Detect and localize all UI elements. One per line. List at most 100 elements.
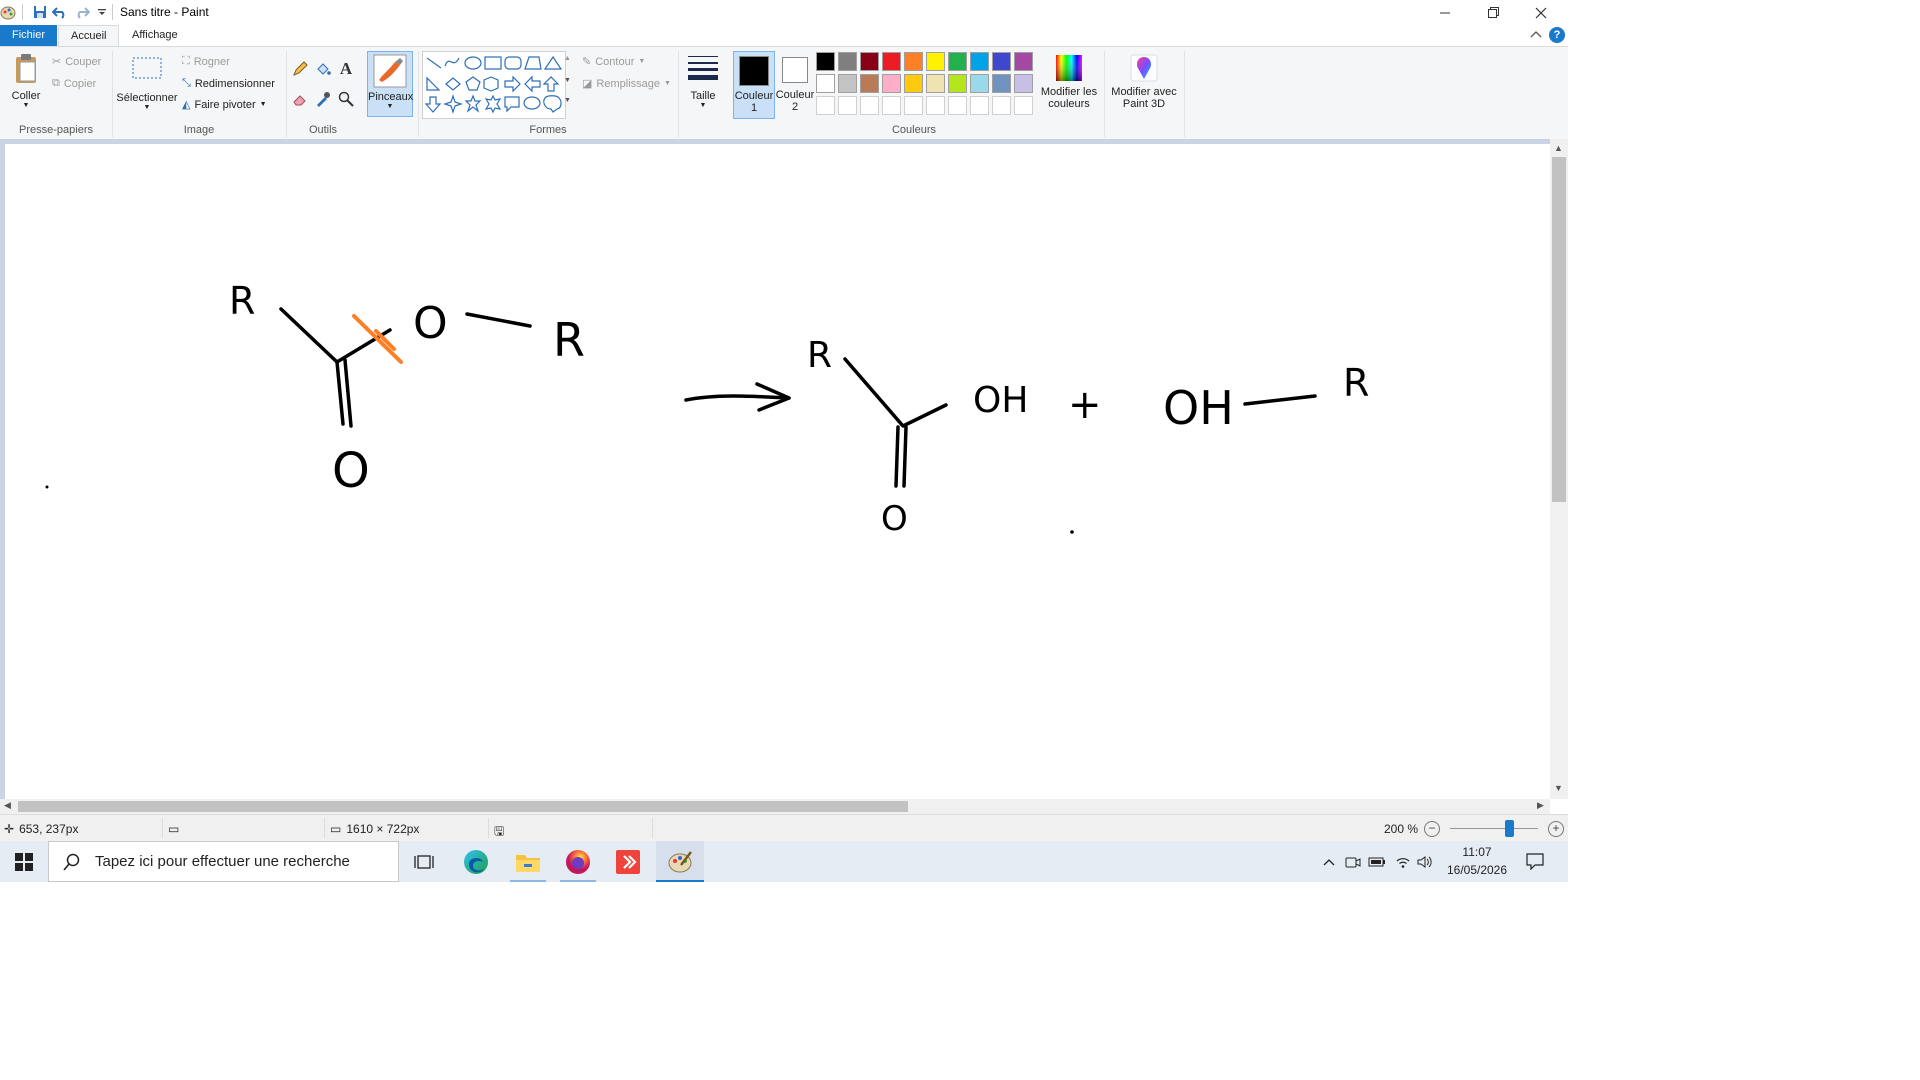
start-button[interactable] <box>0 841 48 882</box>
paint-app-icon[interactable] <box>0 4 16 20</box>
clock[interactable]: 11:07 16/05/2026 <box>1446 845 1508 877</box>
crop-button[interactable]: ⛶ Rogner <box>182 55 230 68</box>
brushes-button[interactable]: Pinceaux ▼ <box>367 51 413 117</box>
volume-icon[interactable] <box>1416 853 1434 871</box>
fill-button[interactable]: ◪ Remplissage ▼ <box>582 77 671 91</box>
palette-swatch[interactable] <box>992 52 1011 71</box>
palette-swatch[interactable] <box>948 52 967 71</box>
color2-button[interactable]: Couleur 2 <box>775 51 815 117</box>
custom-color-slot[interactable] <box>948 96 967 115</box>
redo-icon[interactable] <box>74 4 90 20</box>
save-icon[interactable] <box>32 4 48 20</box>
show-hidden-icons[interactable] <box>1320 853 1338 871</box>
text-tool-icon[interactable]: A <box>336 59 356 79</box>
palette-swatch[interactable] <box>1014 52 1033 71</box>
edit-with-paint3d-button[interactable]: Modifier avec Paint 3D <box>1108 53 1180 110</box>
palette-swatch[interactable] <box>926 74 945 93</box>
help-icon[interactable]: ? <box>1549 27 1565 43</box>
edge-taskbar-button[interactable] <box>452 841 500 882</box>
pencil-icon[interactable] <box>290 59 310 79</box>
palette-swatch[interactable] <box>926 52 945 71</box>
task-view-button[interactable] <box>400 841 448 882</box>
zoom-in-icon[interactable]: + <box>1548 821 1564 837</box>
tab-fichier[interactable]: Fichier <box>0 25 57 46</box>
zoom-slider-thumb[interactable] <box>1504 820 1514 837</box>
scroll-left-icon[interactable]: ◀ <box>4 800 11 811</box>
paste-button[interactable]: Coller ▼ <box>6 53 46 109</box>
tab-accueil[interactable]: Accueil <box>58 25 120 46</box>
color1-button[interactable]: Couleur 1 <box>733 51 775 119</box>
custom-color-slot[interactable] <box>882 96 901 115</box>
file-explorer-taskbar-button[interactable] <box>504 841 552 882</box>
vertical-scrollbar[interactable]: ▲ ▼ <box>1550 139 1568 799</box>
custom-color-slot[interactable] <box>838 96 857 115</box>
canvas-size-icon: ▭ <box>330 822 342 836</box>
palette-swatch[interactable] <box>948 74 967 93</box>
shapes-scroll-up-icon[interactable]: ▲ <box>564 55 571 62</box>
horizontal-scrollbar[interactable]: ◀ ▶ <box>0 799 1550 814</box>
palette-swatch[interactable] <box>860 74 879 93</box>
outline-button[interactable]: ✎ Contour ▼ <box>582 55 645 69</box>
custom-color-slot[interactable] <box>992 96 1011 115</box>
anydesk-taskbar-button[interactable] <box>604 841 652 882</box>
color-picker-icon[interactable] <box>313 89 333 109</box>
palette-swatch[interactable] <box>904 52 923 71</box>
palette-swatch[interactable] <box>882 52 901 71</box>
palette-swatch[interactable] <box>970 74 989 93</box>
paint-taskbar-button[interactable] <box>656 841 704 882</box>
close-button[interactable] <box>1518 0 1564 25</box>
rotate-button[interactable]: ◭ Faire pivoter ▼ <box>182 98 267 112</box>
drawing-canvas[interactable]: R O R O R OH + OH O R <box>5 144 1550 799</box>
custom-color-slot[interactable] <box>1014 96 1033 115</box>
firefox-taskbar-button[interactable] <box>554 841 602 882</box>
scroll-up-icon[interactable]: ▲ <box>1554 143 1563 153</box>
custom-color-slot[interactable] <box>860 96 879 115</box>
scroll-right-icon[interactable]: ▶ <box>1537 800 1544 811</box>
custom-color-slot[interactable] <box>904 96 923 115</box>
zoom-slider-track[interactable] <box>1450 828 1538 829</box>
fill-bucket-icon[interactable] <box>313 59 333 79</box>
meet-now-icon[interactable] <box>1344 853 1362 871</box>
palette-swatch[interactable] <box>1014 74 1033 93</box>
eraser-icon[interactable] <box>290 89 310 109</box>
custom-color-slot[interactable] <box>926 96 945 115</box>
magnifier-icon[interactable] <box>336 89 356 109</box>
wifi-icon[interactable] <box>1394 853 1412 871</box>
collapse-ribbon-icon[interactable] <box>1530 29 1542 42</box>
palette-swatch[interactable] <box>860 52 879 71</box>
minimize-button[interactable] <box>1422 0 1468 25</box>
custom-color-slot[interactable] <box>816 96 835 115</box>
palette-swatch[interactable] <box>838 74 857 93</box>
shapes-expand-icon[interactable]: ▼ <box>564 97 571 104</box>
cut-button[interactable]: ✂ Couper <box>52 55 101 69</box>
customize-qat-icon[interactable] <box>94 4 110 20</box>
taskbar-search-box[interactable]: Tapez ici pour effectuer une recherche <box>48 841 399 882</box>
undo-icon[interactable] <box>52 4 68 20</box>
tab-affichage[interactable]: Affichage <box>120 25 190 46</box>
palette-swatch[interactable] <box>904 74 923 93</box>
battery-icon[interactable] <box>1368 853 1386 871</box>
group-label-shapes: Formes <box>529 124 567 136</box>
palette-swatch[interactable] <box>970 52 989 71</box>
copy-button[interactable]: ⧉ Copier <box>52 77 96 90</box>
palette-swatch[interactable] <box>816 52 835 71</box>
select-button[interactable]: Sélectionner ▼ <box>116 53 178 111</box>
edit-colors-button[interactable]: Modifier les couleurs <box>1038 53 1100 110</box>
palette-swatch[interactable] <box>816 74 835 93</box>
palette-swatch[interactable] <box>838 52 857 71</box>
scroll-down-icon[interactable]: ▼ <box>1554 783 1563 793</box>
custom-color-slot[interactable] <box>970 96 989 115</box>
search-placeholder: Tapez ici pour effectuer une recherche <box>95 853 350 870</box>
zoom-out-icon[interactable]: − <box>1424 821 1440 837</box>
task-view-icon <box>414 854 434 869</box>
restore-button[interactable] <box>1470 0 1516 25</box>
hand-drawing: R O R O R OH + OH O R <box>45 279 1369 539</box>
palette-swatch[interactable] <box>882 74 901 93</box>
shapes-scroll-down-icon[interactable]: ▼ <box>564 77 571 84</box>
size-button[interactable]: Taille ▼ <box>684 53 722 109</box>
resize-button[interactable]: ⤡ Redimensionner <box>182 77 275 90</box>
palette-swatch[interactable] <box>992 74 1011 93</box>
notifications-icon[interactable] <box>1526 852 1544 870</box>
horizontal-scroll-thumb[interactable] <box>18 801 908 812</box>
vertical-scroll-thumb[interactable] <box>1552 157 1566 502</box>
